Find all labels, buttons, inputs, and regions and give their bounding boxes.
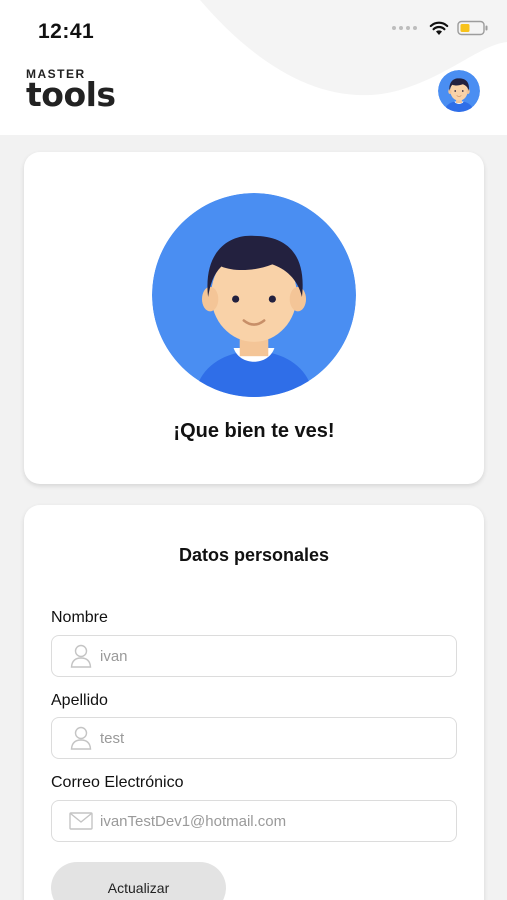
- greeting-text: ¡Que bien te ves!: [173, 420, 335, 442]
- signal-icon: [392, 26, 417, 30]
- status-time: 12:41: [38, 20, 95, 43]
- personal-data-card: Datos personales Nombre ivan Apellido te…: [24, 505, 484, 900]
- apellido-label: Apellido: [51, 692, 108, 709]
- user-icon: [68, 725, 94, 751]
- master-tools-logo[interactable]: MASTER tools: [26, 68, 116, 114]
- profile-avatar: [152, 193, 356, 397]
- header-avatar[interactable]: [438, 70, 480, 112]
- nombre-label: Nombre: [51, 609, 108, 626]
- user-icon: [68, 643, 94, 669]
- status-icons: [392, 20, 489, 36]
- correo-label: Correo Electrónico: [51, 774, 184, 791]
- battery-icon: [457, 20, 488, 36]
- logo-main-text: tools: [26, 75, 116, 114]
- actualizar-button[interactable]: Actualizar: [51, 862, 226, 900]
- mail-icon: [68, 808, 94, 834]
- wifi-icon: [429, 21, 449, 35]
- status-bar: 12:41: [0, 0, 507, 62]
- apellido-value: test: [100, 729, 125, 747]
- apellido-field[interactable]: test: [51, 717, 457, 759]
- nombre-value: ivan: [100, 647, 128, 665]
- correo-field[interactable]: ivanTestDev1@hotmail.com: [51, 800, 457, 842]
- correo-value: ivanTestDev1@hotmail.com: [100, 812, 287, 830]
- nombre-field[interactable]: ivan: [51, 635, 457, 677]
- form-title: Datos personales: [178, 545, 330, 565]
- profile-card: ¡Que bien te ves!: [24, 152, 484, 484]
